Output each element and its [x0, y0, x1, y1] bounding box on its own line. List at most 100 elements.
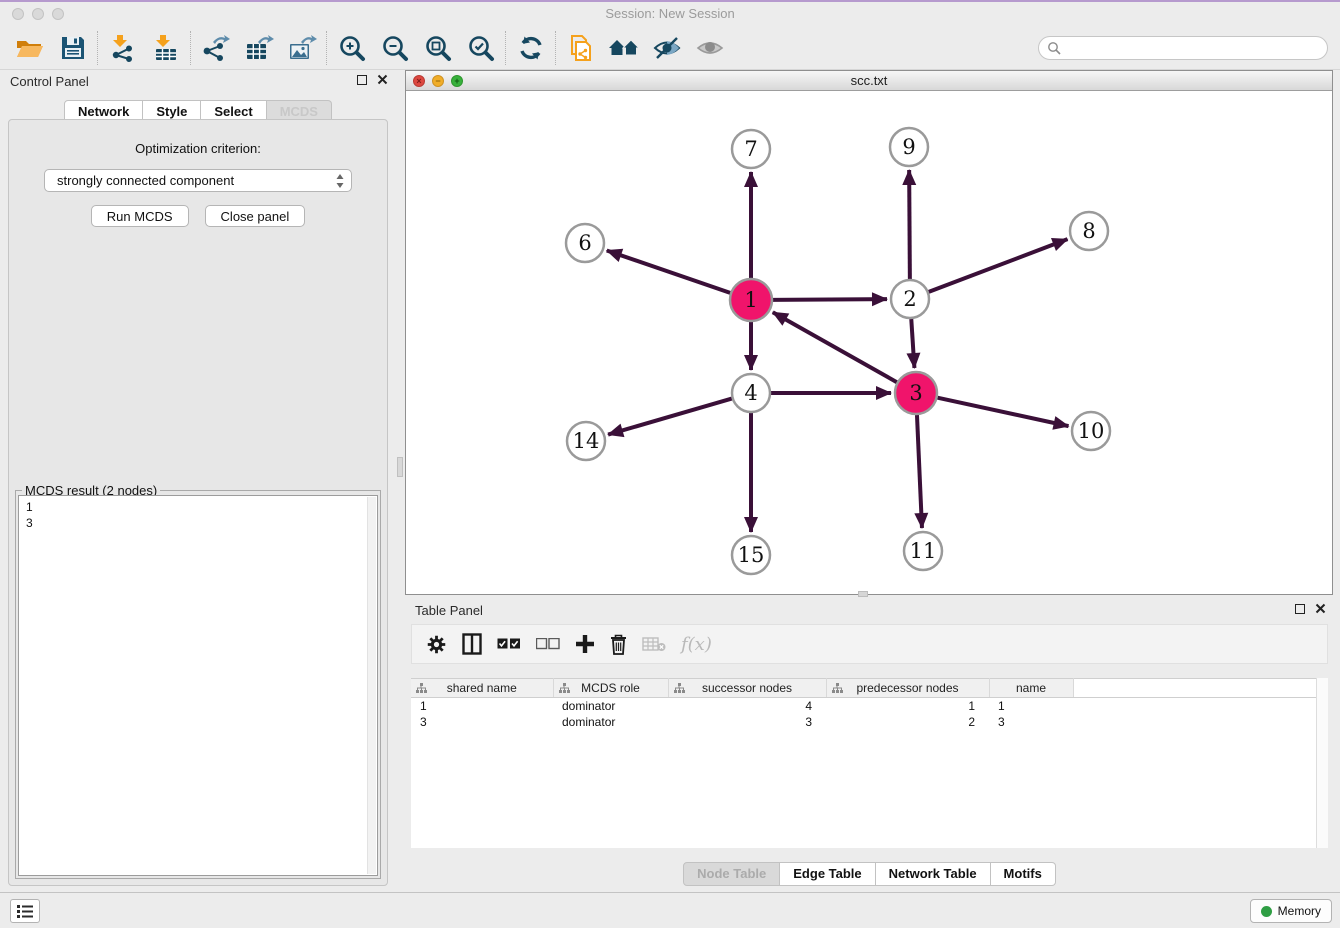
search-input[interactable]	[1066, 41, 1319, 55]
show-hidden-button[interactable]	[688, 29, 731, 67]
network-window-titlebar[interactable]: × − + scc.txt	[406, 71, 1332, 91]
graph-node-9[interactable]: 9	[890, 128, 928, 166]
table-row[interactable]: 1dominator411	[411, 698, 1316, 714]
table-cell[interactable]: 2	[826, 714, 989, 730]
table-cell[interactable]: 3	[411, 714, 553, 730]
graph-node-14[interactable]: 14	[567, 422, 605, 460]
import-network-icon	[109, 34, 137, 62]
apply-function-button[interactable]: f(x)	[681, 629, 712, 659]
network-graph[interactable]: 7 9 6 8 1 2 4 3 14 10 15 11	[406, 91, 1332, 594]
column-header-name[interactable]: name	[989, 679, 1073, 698]
chevron-updown-icon	[335, 173, 345, 189]
network-canvas[interactable]: 7 9 6 8 1 2 4 3 14 10 15 11	[406, 91, 1332, 594]
tab-node-table[interactable]: Node Table	[683, 862, 780, 886]
horizontal-splitter-handle[interactable]	[858, 591, 868, 597]
graph-edge-1-2[interactable]	[773, 299, 887, 300]
column-header-predecessor-nodes[interactable]: predecessor nodes	[826, 679, 989, 698]
graph-node-3[interactable]: 3	[895, 372, 937, 414]
table-scrollbar[interactable]	[1316, 678, 1328, 848]
search-field[interactable]	[1038, 36, 1328, 60]
toolbar-separator	[505, 31, 506, 65]
zoom-in-button[interactable]	[330, 29, 373, 67]
task-history-button[interactable]	[10, 899, 40, 923]
table-cell[interactable]: 1	[989, 698, 1073, 714]
tab-motifs[interactable]: Motifs	[991, 862, 1056, 886]
table-cell[interactable]: dominator	[553, 698, 668, 714]
graph-node-4[interactable]: 4	[732, 374, 770, 412]
eye-slash-icon	[652, 35, 682, 61]
table-cell[interactable]: 3	[668, 714, 826, 730]
float-panel-icon[interactable]	[357, 75, 367, 85]
save-session-button[interactable]	[51, 29, 94, 67]
import-table-button[interactable]	[144, 29, 187, 67]
table-settings-button[interactable]	[426, 629, 447, 659]
trash-icon	[610, 634, 627, 655]
close-panel-icon[interactable]	[377, 74, 388, 85]
mcds-result-list[interactable]: 1 3	[18, 495, 378, 876]
status-bar: Memory	[0, 892, 1340, 928]
zoom-selected-icon	[467, 34, 495, 62]
column-header-shared-name[interactable]: shared name	[411, 679, 553, 698]
zoom-out-button[interactable]	[373, 29, 416, 67]
tab-edge-table[interactable]: Edge Table	[780, 862, 875, 886]
export-table-button[interactable]	[237, 29, 280, 67]
table-cell[interactable]: 4	[668, 698, 826, 714]
show-all-button[interactable]	[602, 29, 645, 67]
graph-node-11[interactable]: 11	[904, 532, 942, 570]
table-cell[interactable]: 1	[826, 698, 989, 714]
app-titlebar: Session: New Session	[0, 2, 1340, 26]
show-columns-button[interactable]	[462, 629, 482, 659]
graph-edge-2-9[interactable]	[909, 170, 910, 279]
close-table-panel-icon[interactable]	[1315, 603, 1326, 614]
checked-boxes-icon	[497, 638, 521, 650]
create-column-button[interactable]	[575, 629, 595, 659]
delete-column-button[interactable]	[610, 629, 627, 659]
column-header-successor-nodes[interactable]: successor nodes	[668, 679, 826, 698]
mcds-result-item: 3	[26, 515, 377, 531]
open-session-button[interactable]	[8, 29, 51, 67]
graph-node-6[interactable]: 6	[566, 224, 604, 262]
export-image-button[interactable]	[280, 29, 323, 67]
tab-network-table[interactable]: Network Table	[876, 862, 991, 886]
table-row[interactable]: 3dominator323	[411, 714, 1316, 730]
graph-edge-4-14[interactable]	[608, 399, 732, 435]
graph-edge-3-1[interactable]	[773, 312, 897, 382]
export-network-icon	[201, 34, 231, 62]
column-header-mcds-role[interactable]: MCDS role	[553, 679, 668, 698]
table-cell[interactable]: 1	[411, 698, 553, 714]
graph-node-15[interactable]: 15	[732, 536, 770, 574]
graph-node-7[interactable]: 7	[732, 130, 770, 168]
float-table-panel-icon[interactable]	[1295, 604, 1305, 614]
delete-column-icon	[642, 636, 666, 652]
copy-network-button[interactable]	[559, 29, 602, 67]
graph-edge-2-8[interactable]	[929, 239, 1068, 292]
deselect-all-columns-button[interactable]	[536, 629, 560, 659]
graph-edge-3-11[interactable]	[917, 415, 922, 528]
close-panel-button[interactable]: Close panel	[205, 205, 306, 227]
graph-edge-2-3[interactable]	[911, 319, 914, 368]
graph-node-label: 10	[1078, 419, 1105, 443]
graph-node-8[interactable]: 8	[1070, 212, 1108, 250]
vertical-splitter-handle[interactable]	[397, 457, 403, 477]
graph-edge-3-10[interactable]	[937, 398, 1068, 426]
import-network-button[interactable]	[101, 29, 144, 67]
zoom-fit-button[interactable]	[416, 29, 459, 67]
table-cell[interactable]: 3	[989, 714, 1073, 730]
graph-node-1[interactable]: 1	[730, 279, 772, 321]
result-scrollbar[interactable]	[367, 497, 376, 874]
graph-edge-1-6[interactable]	[607, 250, 730, 292]
export-network-button[interactable]	[194, 29, 237, 67]
select-all-columns-button[interactable]	[497, 629, 521, 659]
memory-button[interactable]: Memory	[1250, 899, 1332, 923]
refresh-button[interactable]	[509, 29, 552, 67]
graph-node-10[interactable]: 10	[1072, 412, 1110, 450]
zoom-selected-button[interactable]	[459, 29, 502, 67]
run-mcds-button[interactable]: Run MCDS	[91, 205, 189, 227]
graph-node-2[interactable]: 2	[891, 280, 929, 318]
delete-table-button[interactable]	[642, 629, 666, 659]
table-cell[interactable]: dominator	[553, 714, 668, 730]
criterion-dropdown[interactable]: strongly connected component	[44, 169, 352, 192]
hide-selected-button[interactable]	[645, 29, 688, 67]
table-tabs: Node Table Edge Table Network Table Moti…	[405, 862, 1334, 886]
node-table: shared name MCDS role successor nodes	[411, 678, 1316, 848]
